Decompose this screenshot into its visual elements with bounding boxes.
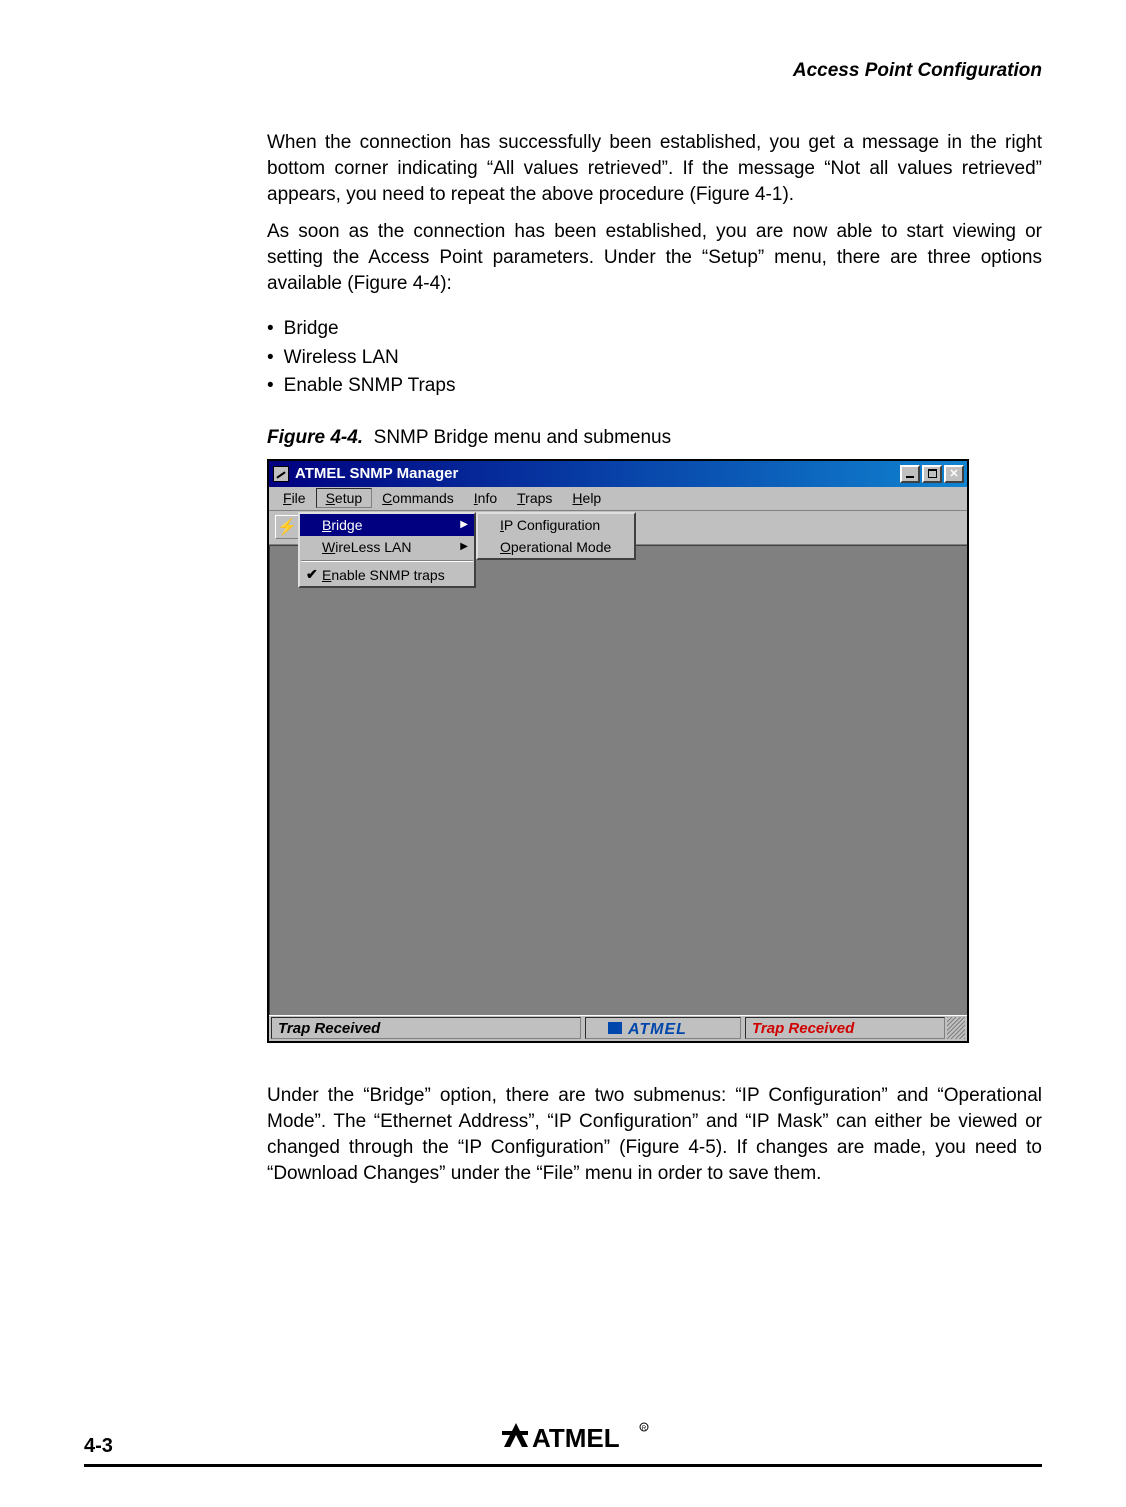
- snmp-manager-window: ATMEL SNMP Manager ✕ File Setup Commands…: [267, 459, 969, 1043]
- figure-label: Figure 4-4.: [267, 427, 363, 448]
- maximize-button[interactable]: [922, 465, 942, 483]
- menu-item-wireless-lan[interactable]: WireLess LAN ▶: [300, 536, 474, 558]
- minimize-icon: [906, 476, 914, 478]
- client-area: Bridge ▶ WireLess LAN ▶ ✔ Enable SNMP tr…: [269, 545, 967, 1015]
- close-button[interactable]: ✕: [944, 465, 964, 483]
- status-logo: ATMEL: [585, 1017, 741, 1039]
- menu-item-enable-snmp-traps[interactable]: ✔ Enable SNMP traps: [300, 564, 474, 586]
- window-title: ATMEL SNMP Manager: [295, 465, 900, 482]
- checkmark-icon: ✔: [306, 566, 318, 583]
- section-header: Access Point Configuration: [84, 60, 1042, 82]
- bullet-list: Bridge Wireless LAN Enable SNMP Traps: [267, 315, 1042, 401]
- status-bar: Trap Received ATMEL Trap Received: [269, 1015, 967, 1041]
- figure-caption-text: SNMP Bridge menu and submenus: [374, 427, 671, 448]
- page-footer: 4-3 ATMEL R: [84, 1419, 1042, 1467]
- status-left: Trap Received: [271, 1017, 581, 1039]
- menu-separator: [301, 560, 473, 562]
- footer-logo: ATMEL R: [502, 1419, 652, 1458]
- figure-caption: Figure 4-4. SNMP Bridge menu and submenu…: [267, 427, 1042, 449]
- toolbar-connect-button[interactable]: ⚡: [275, 515, 299, 539]
- setup-dropdown: Bridge ▶ WireLess LAN ▶ ✔ Enable SNMP tr…: [298, 512, 476, 588]
- svg-text:ATMEL: ATMEL: [627, 1021, 687, 1037]
- page-number: 4-3: [84, 1435, 113, 1458]
- atmel-logo-icon: ATMEL R: [502, 1419, 652, 1453]
- bullet-item: Enable SNMP Traps: [267, 372, 1042, 401]
- app-icon: [273, 466, 289, 482]
- menu-file[interactable]: File: [273, 488, 316, 508]
- maximize-icon: [928, 469, 937, 478]
- svg-text:R: R: [642, 1426, 647, 1432]
- resize-grip[interactable]: [947, 1017, 965, 1039]
- status-right: Trap Received: [745, 1017, 945, 1039]
- atmel-logo-icon: ATMEL: [608, 1019, 718, 1037]
- menu-item-ip-configuration[interactable]: IP Configuration: [478, 514, 634, 536]
- menu-traps[interactable]: Traps: [507, 488, 562, 508]
- bullet-item: Bridge: [267, 315, 1042, 344]
- menu-bar: File Setup Commands Info Traps Help: [269, 487, 967, 511]
- menu-info[interactable]: Info: [464, 488, 507, 508]
- menu-setup[interactable]: Setup: [316, 488, 373, 508]
- menu-commands[interactable]: Commands: [372, 488, 464, 508]
- svg-text:ATMEL: ATMEL: [532, 1423, 620, 1453]
- submenu-arrow-icon: ▶: [460, 519, 468, 530]
- menu-help[interactable]: Help: [562, 488, 611, 508]
- minimize-button[interactable]: [900, 465, 920, 483]
- menu-item-operational-mode[interactable]: Operational Mode: [478, 536, 634, 558]
- menu-item-bridge[interactable]: Bridge ▶: [300, 514, 474, 536]
- paragraph-2: As soon as the connection has been estab…: [267, 219, 1042, 298]
- submenu-arrow-icon: ▶: [460, 541, 468, 552]
- lightning-icon: ⚡: [277, 517, 297, 537]
- close-icon: ✕: [949, 467, 958, 480]
- title-bar[interactable]: ATMEL SNMP Manager ✕: [269, 461, 967, 487]
- paragraph-3: Under the “Bridge” option, there are two…: [267, 1083, 1042, 1188]
- paragraph-1: When the connection has successfully bee…: [267, 130, 1042, 209]
- bullet-item: Wireless LAN: [267, 344, 1042, 373]
- bridge-submenu: IP Configuration Operational Mode: [476, 512, 636, 560]
